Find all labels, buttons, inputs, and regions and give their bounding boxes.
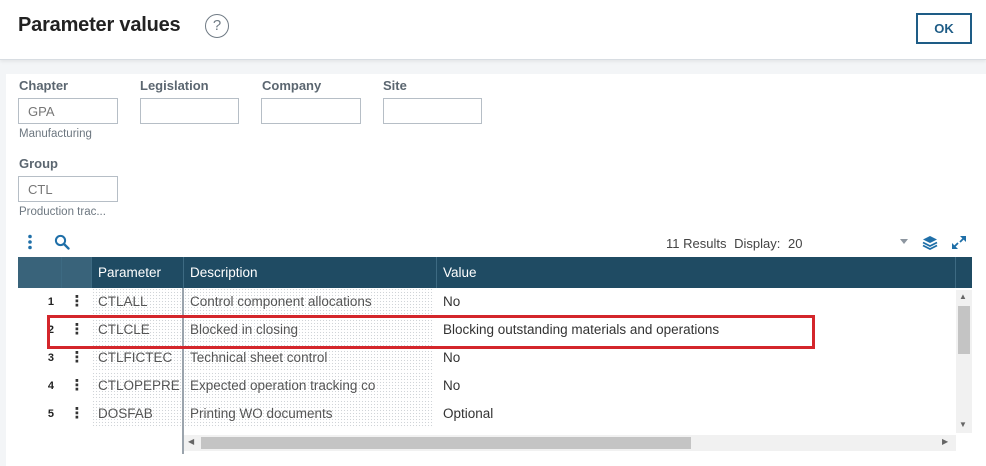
row-number: 4 bbox=[47, 380, 54, 392]
row-menu-icon[interactable]: ⋮ bbox=[62, 344, 92, 372]
parameter-cell[interactable]: CTLALL bbox=[92, 288, 184, 316]
expand-icon[interactable] bbox=[951, 235, 967, 255]
table-row[interactable]: 5 ⋮ DOSFAB Printing WO documents Optiona… bbox=[18, 400, 956, 428]
table-row[interactable]: 3 ⋮ CTLFICTEC Technical sheet control No bbox=[18, 344, 956, 372]
value-cell[interactable]: No bbox=[437, 344, 956, 372]
chapter-description: Manufacturing bbox=[19, 128, 92, 140]
description-cell[interactable]: Control component allocations bbox=[184, 288, 434, 316]
legislation-label: Legislation bbox=[140, 78, 209, 93]
table-row[interactable]: 2 ⋮ CTLCLE Blocked in closing Blocking o… bbox=[18, 316, 956, 344]
row-number-header bbox=[18, 257, 62, 288]
value-cell[interactable]: Optional bbox=[437, 400, 956, 428]
scroll-left-icon[interactable]: ◀ bbox=[188, 437, 194, 446]
chapter-label: Chapter bbox=[19, 78, 69, 93]
horizontal-scrollbar[interactable]: ◀ ▶ bbox=[184, 435, 956, 451]
row-menu-header bbox=[62, 257, 92, 288]
layers-icon[interactable] bbox=[922, 235, 938, 255]
column-header-parameter[interactable]: Parameter bbox=[92, 257, 184, 288]
parameter-cell[interactable]: CTLOPEPRE bbox=[92, 372, 184, 400]
parameter-grid: Parameter Description Value 1 ⋮ CTLALL C… bbox=[18, 257, 972, 453]
site-field[interactable] bbox=[383, 98, 482, 124]
search-icon[interactable] bbox=[54, 234, 70, 255]
row-number: 2 bbox=[47, 324, 54, 336]
scroll-up-icon[interactable]: ▲ bbox=[959, 292, 967, 301]
scroll-down-icon[interactable]: ▼ bbox=[959, 420, 967, 429]
display-label: Display: bbox=[734, 236, 781, 251]
value-cell[interactable]: No bbox=[437, 288, 956, 316]
legislation-field[interactable] bbox=[140, 98, 239, 124]
grid-header: Parameter Description Value bbox=[18, 257, 972, 288]
column-header-description[interactable]: Description bbox=[184, 257, 437, 288]
scroll-right-icon[interactable]: ▶ bbox=[942, 437, 948, 446]
site-label: Site bbox=[383, 78, 407, 93]
value-cell[interactable]: No bbox=[437, 372, 956, 400]
chapter-field[interactable] bbox=[18, 98, 118, 124]
page-title: Parameter values bbox=[18, 14, 181, 36]
company-label: Company bbox=[262, 78, 322, 93]
page-header: Parameter values ? OK bbox=[0, 0, 986, 60]
results-summary: 11 Results Display: 20 bbox=[666, 236, 802, 251]
value-cell[interactable]: Blocking outstanding materials and opera… bbox=[437, 316, 956, 344]
vertical-scrollbar[interactable]: ▲ ▼ bbox=[956, 290, 972, 433]
description-cell[interactable]: Blocked in closing bbox=[184, 316, 434, 344]
description-cell[interactable]: Technical sheet control bbox=[184, 344, 434, 372]
display-value[interactable]: 20 bbox=[788, 236, 802, 251]
help-icon[interactable]: ? bbox=[205, 14, 229, 38]
row-number: 3 bbox=[47, 352, 54, 364]
row-menu-icon[interactable]: ⋮ bbox=[62, 316, 92, 344]
vertical-scroll-thumb[interactable] bbox=[958, 306, 970, 354]
vertical-dots-icon[interactable] bbox=[26, 234, 34, 255]
grid-body: 1 ⋮ CTLALL Control component allocations… bbox=[18, 288, 956, 433]
parameter-cell[interactable]: CTLCLE bbox=[92, 316, 184, 344]
group-field[interactable] bbox=[18, 176, 118, 202]
description-cell[interactable]: Expected operation tracking co bbox=[184, 372, 434, 400]
parameter-cell[interactable]: CTLFICTEC bbox=[92, 344, 184, 372]
ok-button[interactable]: OK bbox=[916, 13, 972, 44]
table-row[interactable]: 1 ⋮ CTLALL Control component allocations… bbox=[18, 288, 956, 316]
column-divider bbox=[182, 288, 184, 454]
table-row[interactable]: 4 ⋮ CTLOPEPRE Expected operation trackin… bbox=[18, 372, 956, 400]
row-menu-icon[interactable]: ⋮ bbox=[62, 400, 92, 428]
display-dropdown-arrow-icon[interactable] bbox=[900, 239, 908, 244]
row-menu-icon[interactable]: ⋮ bbox=[62, 372, 92, 400]
horizontal-scroll-thumb[interactable] bbox=[201, 437, 691, 449]
row-number: 5 bbox=[47, 408, 54, 420]
row-menu-icon[interactable]: ⋮ bbox=[62, 288, 92, 316]
column-header-value[interactable]: Value bbox=[437, 257, 956, 288]
row-number: 1 bbox=[47, 296, 54, 308]
group-description: Production trac... bbox=[19, 206, 106, 218]
group-label: Group bbox=[19, 156, 58, 171]
parameter-cell[interactable]: DOSFAB bbox=[92, 400, 184, 428]
description-cell[interactable]: Printing WO documents bbox=[184, 400, 434, 428]
company-field[interactable] bbox=[261, 98, 361, 124]
results-count: 11 Results bbox=[666, 236, 727, 251]
